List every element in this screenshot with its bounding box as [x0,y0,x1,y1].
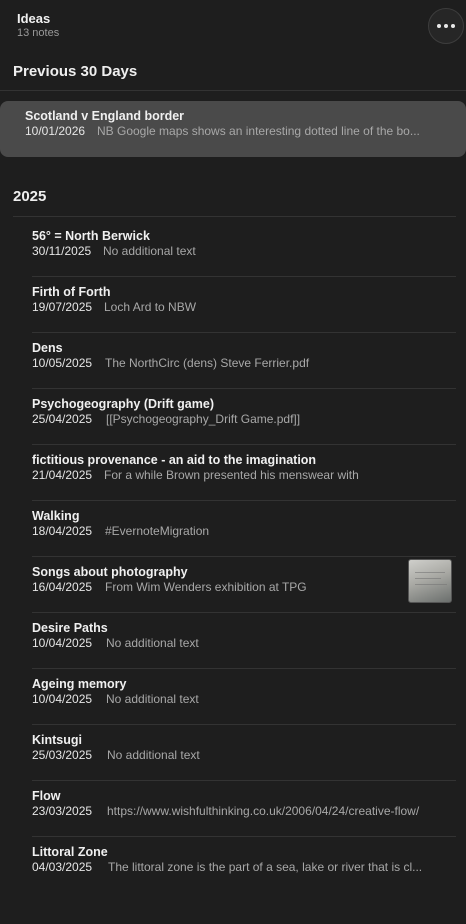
note-date: 25/03/2025 [32,748,93,762]
note-item[interactable]: fictitious provenance - an aid to the im… [0,445,466,501]
folder-title: Ideas [17,11,51,26]
note-date: 10/04/2025 [32,636,93,650]
note-snippet: No additional text [103,244,196,258]
note-snippet: From Wim Wenders exhibition at TPG [105,580,307,594]
note-snippet: The littoral zone is the part of a sea, … [108,860,423,874]
note-title: Psychogeography (Drift game) [32,397,214,411]
note-count: 13 notes [17,27,60,39]
note-item[interactable]: 56° = North Berwick 30/11/2025 No additi… [0,221,466,277]
note-title: Scotland v England border [25,109,185,123]
note-item[interactable]: Flow 23/03/2025 https://www.wishfulthink… [0,781,466,837]
note-item[interactable]: Ageing memory 10/04/2025 No additional t… [0,669,466,725]
note-title: Dens [32,341,63,355]
note-date: 19/07/2025 [32,300,93,314]
note-date: 30/11/2025 [32,244,92,258]
more-options-button[interactable] [428,8,464,44]
note-snippet: NB Google maps shows an interesting dott… [97,124,420,138]
note-snippet: No additional text [106,636,199,650]
note-title: 56° = North Berwick [32,229,150,243]
note-snippet: Loch Ard to NBW [104,300,197,314]
note-item[interactable]: Dens 10/05/2025 The NorthCirc (dens) Ste… [0,333,466,389]
note-item[interactable]: Songs about photography 16/04/2025 From … [0,557,466,613]
note-date: 25/04/2025 [32,412,93,426]
more-icon [444,24,448,28]
note-snippet: For a while Brown presented his menswear… [104,468,359,482]
note-date: 10/01/2026 [25,124,86,138]
note-item[interactable]: Walking 18/04/2025 #EvernoteMigration [0,501,466,557]
note-item[interactable]: Desire Paths 10/04/2025 No additional te… [0,613,466,669]
section-header-recent: Previous 30 Days [13,63,138,80]
section-header-year: 2025 [13,188,47,205]
note-thumbnail-image [408,559,452,603]
note-snippet: The NorthCirc (dens) Steve Ferrier.pdf [105,356,310,370]
note-title: Ageing memory [32,677,127,691]
note-snippet: No additional text [106,692,199,706]
more-icon [437,24,441,28]
note-title: Flow [32,789,61,803]
more-icon [451,24,455,28]
note-title: Songs about photography [32,565,188,579]
note-date: 18/04/2025 [32,524,93,538]
folder-header: Ideas 13 notes [0,0,466,50]
note-date: 10/04/2025 [32,692,93,706]
note-title: Desire Paths [32,621,108,635]
note-item[interactable]: Kintsugi 25/03/2025 No additional text [0,725,466,781]
note-title: Littoral Zone [32,845,108,859]
note-snippet: https://www.wishfulthinking.co.uk/2006/0… [107,804,420,818]
note-snippet: [[Psychogeography_Drift Game.pdf]] [106,412,301,426]
note-title: Firth of Forth [32,285,111,299]
section-divider [13,216,456,217]
note-item[interactable]: Psychogeography (Drift game) 25/04/2025 … [0,389,466,445]
note-title: fictitious provenance - an aid to the im… [32,453,317,467]
note-item[interactable]: Littoral Zone 04/03/2025 The littoral zo… [0,837,466,893]
note-title: Walking [32,509,80,523]
note-date: 21/04/2025 [32,468,93,482]
note-item[interactable]: Firth of Forth 19/07/2025 Loch Ard to NB… [0,277,466,333]
note-snippet: No additional text [107,748,200,762]
note-date: 10/05/2025 [32,356,93,370]
note-snippet: #EvernoteMigration [105,524,210,538]
note-item-selected[interactable]: Scotland v England border 10/01/2026 NB … [0,101,466,157]
note-date: 16/04/2025 [32,580,93,594]
note-title: Kintsugi [32,733,82,747]
section-divider [0,90,466,91]
note-date: 23/03/2025 [32,804,93,818]
note-date: 04/03/2025 [32,860,93,874]
